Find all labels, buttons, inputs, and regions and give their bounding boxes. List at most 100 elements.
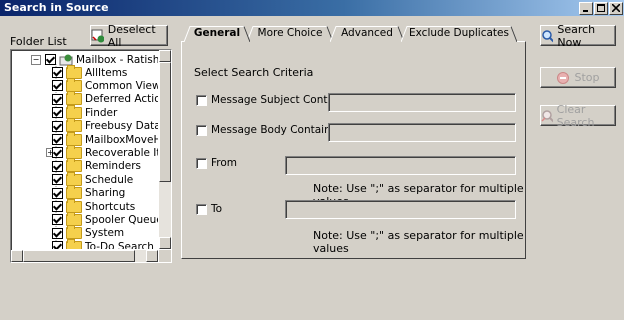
checkbox-icon[interactable] [45, 54, 56, 65]
tree-item-label: System [85, 227, 125, 240]
to-checkbox[interactable] [196, 203, 207, 215]
tree-item[interactable]: Shortcuts [52, 198, 136, 213]
folder-icon [66, 64, 82, 79]
checkbox-icon[interactable] [52, 160, 63, 172]
folder-icon [66, 238, 82, 249]
folder-icon [66, 91, 82, 106]
clear-search-label: Clear Search [556, 102, 595, 129]
checkbox-icon[interactable] [52, 201, 63, 212]
tree-root[interactable]: − Mailbox - Ratish Nair [31, 53, 158, 66]
folder-icon [66, 158, 82, 173]
tab-label: More Choice [257, 27, 323, 39]
tab-label: General [193, 27, 241, 39]
checkbox-icon[interactable] [52, 241, 63, 249]
subject-input[interactable] [328, 93, 516, 112]
deselect-all-label: Deselect All [107, 22, 156, 49]
general-tab-panel: Select Search Criteria Message Subject C… [181, 41, 526, 259]
tree-item-label: Common Views [85, 79, 158, 92]
stop-button[interactable]: Stop [540, 67, 616, 88]
checkbox-icon[interactable] [52, 227, 63, 239]
tree-vertical-scrollbar[interactable] [159, 50, 171, 249]
search-now-label: Search Now [557, 22, 596, 49]
tree-item[interactable]: Finder [52, 104, 118, 119]
checkbox-icon[interactable] [52, 120, 63, 132]
stop-icon [557, 71, 570, 84]
tree-item-label: Deferred Action [85, 93, 158, 106]
checkbox-icon[interactable] [52, 80, 63, 92]
folder-icon [66, 198, 82, 213]
checkbox-icon[interactable] [52, 187, 63, 199]
close-button[interactable] [609, 2, 623, 15]
tab-more-choice[interactable]: More Choice [247, 26, 333, 42]
tab-general[interactable]: General [184, 26, 250, 42]
folder-list-label: Folder List [10, 35, 67, 48]
checkbox-icon[interactable] [52, 214, 63, 226]
folder-icon [66, 211, 82, 226]
tab-advanced[interactable]: Advanced [330, 26, 404, 42]
minimize-button[interactable] [579, 2, 593, 15]
tree-item[interactable]: Sharing [52, 185, 126, 200]
subject-checkbox[interactable] [196, 94, 207, 106]
search-now-button[interactable]: Search Now [540, 22, 616, 49]
maximize-button[interactable] [594, 2, 608, 15]
stop-label: Stop [574, 71, 600, 84]
tree-item-label: To-Do Search [85, 240, 154, 249]
to-option[interactable]: To [196, 203, 222, 215]
scroll-thumb[interactable] [159, 62, 171, 182]
from-input[interactable] [285, 156, 516, 175]
tree-item-label: Finder [85, 106, 118, 119]
hscroll-thumb[interactable] [23, 250, 135, 262]
body-option[interactable]: Message Body Containing [196, 124, 347, 136]
tree-item-label: AllItems [85, 66, 128, 79]
folder-tree[interactable]: − Mailbox - Ratish Nair AllItemsCommon V… [10, 49, 172, 263]
body-checkbox[interactable] [196, 124, 207, 136]
scroll-right-icon[interactable] [146, 250, 158, 262]
maximize-icon [597, 4, 605, 12]
tree-item[interactable]: To-Do Search [52, 238, 154, 249]
tree-item-label: Reminders [85, 160, 141, 173]
checkbox-icon[interactable] [52, 107, 63, 119]
deselect-icon [91, 29, 104, 42]
tree-item-label: MailboxMoveHistory [85, 133, 158, 146]
tree-horizontal-scrollbar[interactable] [11, 250, 158, 262]
scroll-up-icon[interactable] [159, 50, 171, 62]
to-note: Note: Use ";" as separator for multiple … [313, 229, 524, 255]
tab-label: Exclude Duplicates [409, 27, 509, 39]
tree-item[interactable]: System [52, 225, 125, 240]
scroll-left-icon[interactable] [11, 250, 23, 262]
window-title: Search in Source [4, 1, 109, 14]
folder-icon [66, 144, 82, 159]
tree-item[interactable]: Schedule [52, 171, 133, 186]
tab-label: Advanced [341, 27, 393, 39]
from-checkbox[interactable] [196, 157, 207, 169]
minimize-icon [583, 10, 588, 12]
clear-search-button[interactable]: Clear Search [540, 102, 616, 129]
tree-root-label: Mailbox - Ratish Nair [76, 53, 158, 66]
checkbox-icon[interactable] [52, 174, 63, 186]
title-bar: Search in Source [0, 0, 624, 16]
checkbox-icon[interactable] [52, 147, 63, 159]
tab-exclude-duplicates[interactable]: Exclude Duplicates [401, 26, 517, 42]
folder-icon [66, 118, 82, 133]
tree-item-label: Spooler Queue [85, 213, 158, 226]
from-option[interactable]: From [196, 157, 237, 169]
tree-item[interactable]: AllItems [52, 64, 128, 79]
body-input[interactable] [328, 123, 516, 142]
tree-item-label: Sharing [85, 187, 126, 200]
checkbox-icon[interactable] [52, 67, 63, 78]
checkbox-icon[interactable] [52, 134, 63, 145]
checkbox-icon[interactable] [52, 93, 63, 105]
tree-item-label: Freebusy Data [85, 120, 158, 133]
tree-item[interactable]: Reminders [52, 158, 141, 173]
scroll-down-icon[interactable] [159, 237, 171, 249]
criteria-heading: Select Search Criteria [194, 66, 314, 79]
collapse-icon[interactable]: − [31, 54, 41, 65]
folder-icon [66, 104, 82, 119]
to-input[interactable] [285, 200, 516, 219]
tree-item-label: Shortcuts [85, 200, 136, 213]
to-label: To [211, 203, 223, 215]
clear-search-icon [541, 109, 553, 122]
search-icon [542, 29, 554, 43]
deselect-all-button[interactable]: Deselect All [90, 22, 168, 49]
folder-icon [66, 77, 82, 92]
